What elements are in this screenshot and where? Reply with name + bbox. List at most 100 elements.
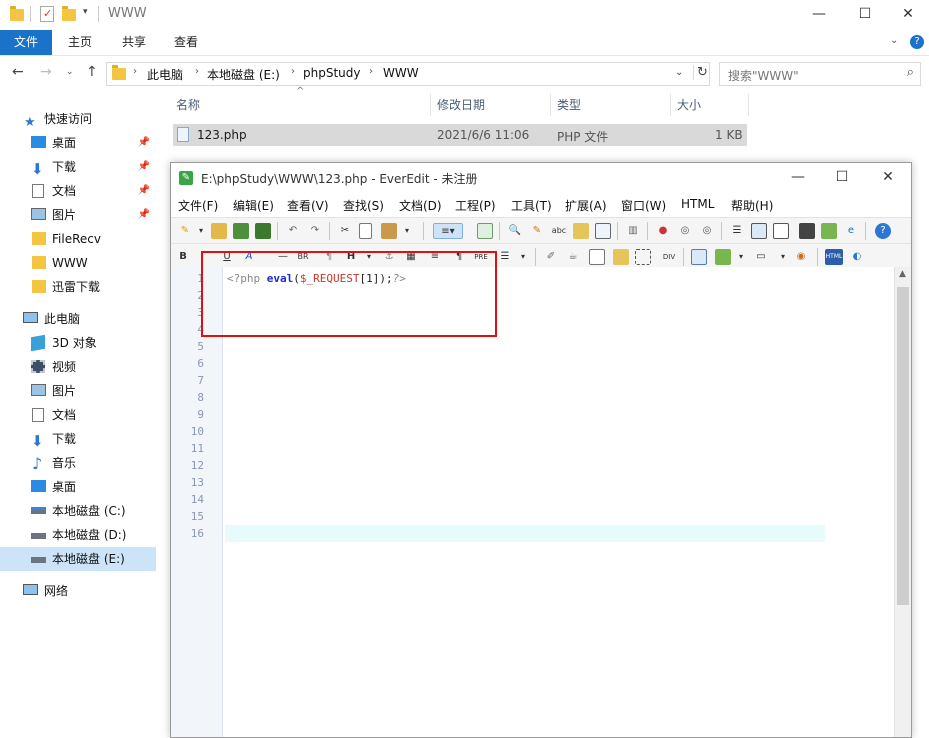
menu-help[interactable]: 帮助(H) [731, 197, 773, 214]
maximize-button[interactable]: ☐ [842, 0, 888, 30]
image-edit-icon[interactable]: ✐ [543, 249, 559, 265]
nav-item-downloads-pc[interactable]: ⬇ 下载 [0, 427, 156, 451]
code-editor[interactable]: 1 2 3 4 5 6 7 8 9 10 11 12 13 14 15 16 <… [171, 267, 911, 737]
nav-item-www[interactable]: WWW [0, 251, 156, 275]
browser-icon[interactable]: e [843, 223, 859, 239]
forward-arrow-icon[interactable]: → [40, 64, 52, 80]
console-icon[interactable] [799, 223, 815, 239]
list-icon[interactable]: ☰ [497, 249, 513, 265]
ribbon-expand-icon[interactable]: ⌄ [890, 35, 898, 46]
new-folder-icon[interactable] [62, 6, 76, 24]
column-divider[interactable] [748, 94, 749, 116]
address-dropdown-icon[interactable]: ⌄ [675, 67, 683, 78]
column-header-size[interactable]: 大小 [677, 92, 701, 118]
list-view-icon[interactable]: ☰ [729, 223, 745, 239]
tab-file[interactable]: 文件 [0, 30, 52, 55]
tab-view[interactable]: 查看 [160, 30, 212, 55]
recent-locations-icon[interactable]: ⌄ [66, 67, 74, 77]
search-input[interactable]: 搜索"WWW" ⌕ [719, 62, 921, 86]
split-view-icon[interactable] [773, 223, 789, 239]
properties-icon[interactable]: ✓ [40, 6, 54, 22]
menu-project[interactable]: 工程(P) [455, 197, 496, 214]
nav-item-3d-objects[interactable]: 3D 对象 [0, 331, 156, 355]
nav-item-drive-c[interactable]: 本地磁盘 (C:) [0, 499, 156, 523]
bold-icon[interactable]: B [175, 249, 191, 265]
column-header-name[interactable]: 名称 [176, 92, 200, 118]
dropdown-arrow-icon[interactable]: ▾ [399, 223, 415, 239]
file-row[interactable]: 123.php 2021/6/6 11:06 PHP 文件 1 KB [173, 124, 747, 146]
dropdown-arrow-icon[interactable]: ▾ [775, 249, 791, 265]
dropdown-arrow-icon[interactable]: ▾ [733, 249, 749, 265]
goto-icon[interactable] [595, 223, 611, 239]
everedit-close-button[interactable]: ✕ [865, 163, 911, 193]
breadcrumb-this-pc[interactable]: 此电脑 [147, 66, 183, 83]
copy-icon[interactable] [359, 223, 372, 239]
column-header-date[interactable]: 修改日期 [437, 92, 485, 118]
help-icon[interactable]: ? [910, 35, 924, 49]
script-icon[interactable] [613, 249, 629, 265]
run-macro-icon[interactable]: ◎ [699, 223, 715, 239]
menu-view[interactable]: 查看(V) [287, 197, 329, 214]
dropdown-arrow-icon[interactable]: ▾ [515, 249, 531, 265]
refresh-icon[interactable]: ↻ [693, 65, 708, 80]
cut-icon[interactable]: ✂ [337, 223, 353, 239]
menu-html[interactable]: HTML [681, 197, 714, 211]
nav-item-drive-e[interactable]: 本地磁盘 (E:) [0, 547, 156, 571]
help-icon[interactable]: ? [875, 223, 891, 239]
scrollbar-thumb[interactable] [897, 287, 909, 605]
nav-item-pictures-pc[interactable]: 图片 [0, 379, 156, 403]
replace-icon[interactable]: ✎ [529, 223, 545, 239]
image-insert-icon[interactable] [715, 249, 731, 265]
close-button[interactable]: ✕ [885, 0, 929, 30]
nav-item-documents[interactable]: 文档 📌 [0, 179, 156, 203]
nav-item-drive-d[interactable]: 本地磁盘 (D:) [0, 523, 156, 547]
play-macro-icon[interactable]: ◎ [677, 223, 693, 239]
vertical-scrollbar[interactable]: ▲ [894, 267, 911, 737]
dropdown-arrow-icon[interactable]: ▾ [193, 223, 209, 239]
everedit-minimize-button[interactable]: — [775, 163, 821, 193]
new-file-icon[interactable]: ✎ [177, 223, 193, 239]
customize-quick-access-icon[interactable]: ▾ [83, 7, 88, 25]
menu-file[interactable]: 文件(F) [178, 197, 218, 214]
view-mode-icon[interactable] [477, 223, 493, 239]
input-icon[interactable]: ▭ [753, 249, 769, 265]
menu-extensions[interactable]: 扩展(A) [565, 197, 607, 214]
nav-this-pc[interactable]: 此电脑 [0, 307, 156, 331]
column-divider[interactable] [550, 94, 551, 116]
nav-item-desktop-pc[interactable]: 桌面 [0, 475, 156, 499]
save-all-icon[interactable] [255, 223, 271, 239]
minimize-button[interactable]: — [796, 0, 842, 30]
html-validate-icon[interactable]: HTML [825, 249, 843, 265]
save-icon[interactable] [233, 223, 249, 239]
menu-edit[interactable]: 编辑(E) [233, 197, 274, 214]
up-arrow-icon[interactable]: ↑ [86, 64, 98, 80]
preview-icon[interactable]: ◐ [849, 249, 865, 265]
div-icon[interactable]: DIV [657, 249, 681, 265]
paste-icon[interactable] [381, 223, 397, 239]
column-divider[interactable] [430, 94, 431, 116]
address-bar[interactable]: › 此电脑 › 本地磁盘 (E:) › phpStudy › WWW ⌄ ↻ [106, 62, 710, 86]
everedit-maximize-button[interactable]: ☐ [819, 163, 865, 193]
menu-document[interactable]: 文档(D) [399, 197, 442, 214]
color-picker-icon[interactable]: ◉ [793, 249, 809, 265]
redo-icon[interactable]: ↷ [307, 223, 323, 239]
open-file-icon[interactable] [211, 223, 227, 239]
column-header-type[interactable]: 类型 [557, 92, 581, 118]
nav-network[interactable]: 网络 [0, 579, 156, 603]
nav-quick-access[interactable]: ★ 快速访问 [0, 107, 156, 131]
spell-check-icon[interactable]: abc [551, 223, 567, 239]
breadcrumb-drive-e[interactable]: 本地磁盘 (E:) [207, 66, 280, 83]
scroll-up-icon[interactable]: ▲ [899, 269, 906, 279]
word-wrap-icon[interactable]: ≡▾ [433, 223, 463, 239]
menu-window[interactable]: 窗口(W) [621, 197, 666, 214]
back-arrow-icon[interactable]: ← [12, 64, 24, 80]
frame-icon[interactable] [635, 249, 651, 265]
sidebar-icon[interactable] [751, 223, 767, 239]
form-icon[interactable] [589, 249, 605, 265]
breadcrumb-phpstudy[interactable]: phpStudy [303, 66, 361, 80]
tab-share[interactable]: 共享 [108, 30, 160, 55]
nav-item-documents-pc[interactable]: 文档 [0, 403, 156, 427]
nav-item-videos[interactable]: 视频 [0, 355, 156, 379]
nav-item-filerecv[interactable]: FileRecv [0, 227, 156, 251]
nav-item-pictures[interactable]: 图片 📌 [0, 203, 156, 227]
